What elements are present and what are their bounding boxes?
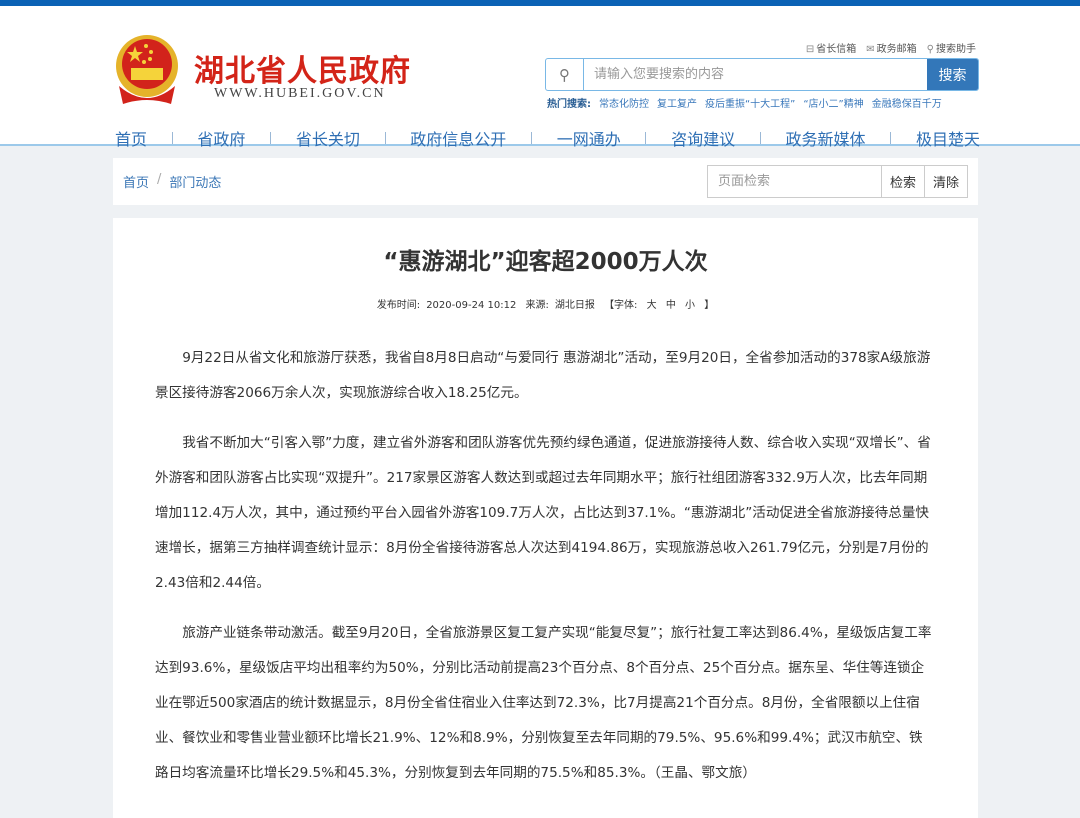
hot-searches: 热门搜索: 常态化防控 复工复产 疫后重振“十大工程” “店小二”精神 金融稳保…	[547, 95, 942, 110]
nav-divider	[530, 132, 532, 144]
mailbox-icon: ⊟	[805, 44, 815, 55]
breadcrumb-separator: /	[157, 172, 162, 187]
font-small-button[interactable]: 小	[685, 300, 695, 311]
search-icon: ⚲	[926, 44, 934, 55]
nav-divider	[890, 132, 892, 144]
nav-consultation[interactable]: 咨询建议	[671, 126, 735, 150]
nav-divider	[171, 132, 173, 144]
hot-search-item[interactable]: 复工复产	[657, 95, 697, 110]
national-emblem-logo[interactable]	[113, 34, 181, 106]
hot-search-item[interactable]: “店小二”精神	[803, 95, 863, 110]
breadcrumb-bar: 首页 / 部门动态 检索 清除	[113, 158, 978, 205]
site-search: ⚲ 搜索	[545, 58, 979, 91]
article-paragraph: 我省不断加大“引客入鄂”力度，建立省外游客和团队游客优先预约绿色通道，促进旅游接…	[155, 435, 931, 591]
nav-divider	[384, 132, 386, 144]
nav-provincial-gov[interactable]: 省政府	[197, 126, 245, 150]
nav-divider	[645, 132, 647, 144]
article-paragraph: 旅游产业链条带动激活。截至9月20日，全省旅游景区复工复产实现“能复尽复”；旅行…	[155, 625, 932, 781]
publish-label: 发布时间:	[376, 300, 421, 311]
nav-divider	[270, 132, 272, 144]
site-name: 湖北省人民政府	[194, 54, 411, 89]
site-search-button[interactable]: 搜索	[927, 59, 978, 90]
article-paragraph: 9月22日从省文化和旅游厅获悉，我省自8月8日启动“与爱同行 惠游湖北”活动，至…	[155, 350, 931, 401]
nav-governor-concerns[interactable]: 省长关切	[296, 126, 360, 150]
page-search-input[interactable]	[706, 165, 882, 198]
gov-mail-link[interactable]: ✉ 政务邮箱	[866, 40, 916, 55]
hot-search-label: 热门搜索:	[547, 99, 591, 110]
breadcrumb-current[interactable]: 部门动态	[169, 172, 221, 191]
article: “惠游湖北”迎客超2000万人次 发布时间: 2020-09-24 10:12 来…	[113, 218, 978, 818]
font-large-button[interactable]: 大	[647, 300, 657, 311]
source-label: 来源:	[525, 300, 549, 311]
font-size-label: 【字体:	[604, 300, 638, 311]
publish-time: 2020-09-24 10:12	[426, 300, 517, 311]
page-clear-button[interactable]: 清除	[923, 165, 968, 198]
main-nav: 首页 省政府 省长关切 政府信息公开 一网通办 咨询建议 政务新媒体 极目楚天	[115, 126, 980, 150]
hot-search-item[interactable]: 疫后重振“十大工程”	[705, 95, 795, 110]
envelope-icon: ✉	[866, 44, 875, 55]
search-helper-link[interactable]: ⚲ 搜索助手	[927, 40, 976, 55]
nav-jimu-chutian[interactable]: 极目楚天	[916, 126, 980, 150]
site-header: 湖北省人民政府 WWW.HUBEI.GOV.CN ⊟ 省长信箱 ✉ 政务邮箱 ⚲ 搜索…	[0, 6, 1080, 149]
nav-one-stop-service[interactable]: 一网通办	[557, 126, 621, 150]
site-search-input[interactable]	[584, 59, 927, 90]
nav-info-disclosure[interactable]: 政府信息公开	[410, 126, 506, 150]
governor-mailbox-link[interactable]: ⊟ 省长信箱	[806, 40, 856, 55]
article-body: 9月22日从省文化和旅游厅获悉，我省自8月8日启动“与爱同行 惠游湖北”活动，至…	[155, 341, 936, 791]
search-icon: ⚲	[546, 59, 584, 90]
hot-search-item[interactable]: 金融稳保百千万	[872, 95, 942, 110]
site-url: WWW.HUBEI.GOV.CN	[214, 86, 386, 101]
page-search-button[interactable]: 检索	[880, 165, 925, 198]
article-title: “惠游湖北”迎客超2000万人次	[383, 249, 708, 275]
article-meta: 发布时间: 2020-09-24 10:12 来源: 湖北日报 【字体: 大 中 小…	[155, 296, 936, 311]
breadcrumb-home[interactable]: 首页	[123, 172, 149, 191]
nav-divider	[759, 132, 761, 144]
breadcrumb: 首页 / 部门动态	[123, 172, 221, 191]
quick-links: ⊟ 省长信箱 ✉ 政务邮箱 ⚲ 搜索助手	[806, 40, 976, 55]
nav-new-media[interactable]: 政务新媒体	[786, 126, 866, 150]
nav-home[interactable]: 首页	[115, 126, 147, 150]
source: 湖北日报	[554, 300, 595, 311]
font-size-end: 】	[704, 300, 715, 311]
hot-search-item[interactable]: 常态化防控	[599, 95, 649, 110]
font-medium-button[interactable]: 中	[666, 300, 676, 311]
page-search: 检索 清除	[706, 165, 968, 198]
